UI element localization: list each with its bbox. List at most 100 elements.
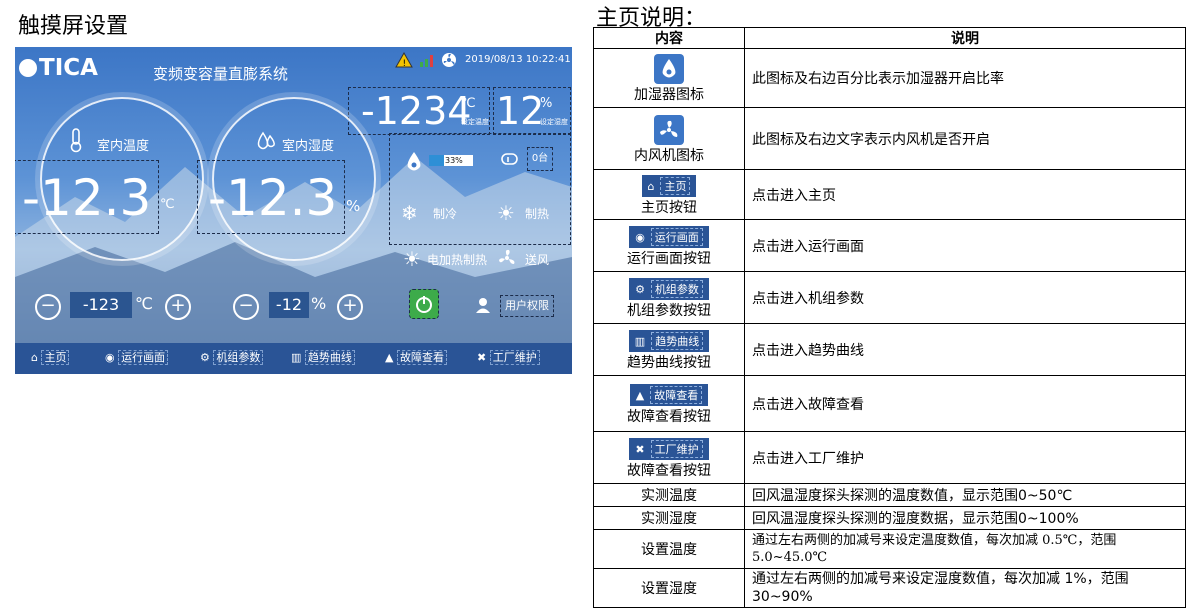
table-row: ◉ 运行画面 运行画面按钮 点击进入运行画面 <box>593 219 1186 272</box>
humidity-increase-button[interactable]: + <box>337 294 363 320</box>
nav-trend[interactable]: ▥ 趋势曲线 <box>291 348 355 368</box>
nav-factory[interactable]: ✖ 工厂维护 <box>477 348 540 368</box>
indoor-humidity-display: -12.3 <box>197 160 345 234</box>
table-cell-name: ▥ 趋势曲线 趋势曲线按钮 <box>593 323 745 376</box>
sample-label: 工厂维护 <box>650 440 703 458</box>
system-title: 变频变容量直膨系统 <box>153 65 289 83</box>
table-cell-name: 加湿器图标 <box>593 48 745 108</box>
temperature-decrease-button[interactable]: − <box>35 294 61 320</box>
homepage-description-table: 内容 说明 加湿器图标 此图标及右边百分比表示加湿器开启比率 内风机图标 此图标… <box>593 27 1186 608</box>
table-row: 设置湿度 通过左右两侧的加减号来设定湿度数值，每次加减 1%，范围30~90% <box>593 568 1186 608</box>
warning-icon[interactable]: ! <box>395 52 413 68</box>
sun-icon: ☀ <box>497 201 515 225</box>
temperature-setpoint-value[interactable]: -123 <box>70 292 132 318</box>
logo-mark-icon <box>19 59 37 77</box>
nav-home-label: 主页 <box>41 350 70 365</box>
indoor-temperature-value: -12.3 <box>22 169 152 227</box>
fan-status-text: 0台 <box>527 147 553 171</box>
power-button[interactable] <box>409 289 439 319</box>
set-humidity-display[interactable]: 12 % 设定湿度 <box>493 87 571 135</box>
table-row: ⚙ 机组参数 机组参数按钮 点击进入机组参数 <box>593 271 1186 324</box>
indoor-temperature-unit: ℃ <box>160 197 175 212</box>
sample-label: 趋势曲线 <box>651 332 704 350</box>
snowflake-icon: ❄ <box>401 201 418 225</box>
touchscreen-settings-title: 触摸屏设置 <box>18 14 129 39</box>
tools-icon: ✖ <box>635 442 645 456</box>
row-name: 设置湿度 <box>593 568 745 608</box>
sample-label: 故障查看 <box>650 386 703 404</box>
power-icon <box>416 296 432 313</box>
humidifier-icon <box>407 152 421 171</box>
row-description: 点击进入工厂维护 <box>744 431 1186 484</box>
svg-text:!: ! <box>403 59 407 68</box>
set-temperature-value: -1234 <box>361 89 472 133</box>
sample-label: 机组参数 <box>650 280 703 298</box>
humidity-setpoint-value[interactable]: -12 <box>269 292 309 318</box>
table-header-row: 内容 说明 <box>593 27 1186 49</box>
nav-unit-params[interactable]: ⚙ 机组参数 <box>200 348 264 368</box>
unit-params-icon: ⚙ <box>200 351 210 364</box>
humidifier-bar-fill <box>429 155 444 166</box>
air-supply-mode-label[interactable]: 送风 <box>525 251 549 268</box>
electric-heat-icon: ☀ <box>403 247 421 271</box>
humidifier-bar: 33% <box>429 155 473 166</box>
tools-icon: ✖ <box>477 351 487 364</box>
indoor-humidity-unit: % <box>346 197 361 215</box>
table-cell-name: ◉ 运行画面 运行画面按钮 <box>593 219 745 272</box>
table-row: 实测温度 回风温湿度探头探测的温度数值，显示范围0~50℃ <box>593 483 1186 507</box>
touchscreen-panel: TICA 变频变容量直膨系统 ! 2019/08/13 10:22:41 -12… <box>15 47 572 374</box>
table-cell-name: 内风机图标 <box>593 107 745 170</box>
temperature-setpoint-unit: ℃ <box>135 294 153 313</box>
table-row: 实测湿度 回风温湿度探头探测的湿度数据，显示范围0~100% <box>593 506 1186 530</box>
table-cell-name: ⚙ 机组参数 机组参数按钮 <box>593 271 745 324</box>
nav-run-screen-label: 运行画面 <box>118 350 169 365</box>
set-humidity-unit: % <box>540 96 553 111</box>
row-name: 故障查看按钮 <box>627 463 711 479</box>
table-cell-name: ⌂ 主页 主页按钮 <box>593 169 745 220</box>
nav-trend-label: 趋势曲线 <box>304 350 355 365</box>
nav-home[interactable]: ⌂ 主页 <box>31 348 70 368</box>
header-description: 说明 <box>744 27 1186 49</box>
signal-icon <box>420 55 433 67</box>
row-name: 内风机图标 <box>634 147 704 164</box>
user-permission-button[interactable]: 用户权限 <box>500 295 554 317</box>
row-description: 点击进入主页 <box>744 169 1186 220</box>
row-name: 设置温度 <box>593 529 745 569</box>
nav-run-screen[interactable]: ◉ 运行画面 <box>105 348 169 368</box>
fault-button-sample: ▲ 故障查看 <box>629 384 709 406</box>
sample-label: 主页 <box>660 177 691 195</box>
humidity-decrease-button[interactable]: − <box>233 294 259 320</box>
fan-mode-icon <box>499 249 515 264</box>
indoor-fan-icon <box>501 153 518 165</box>
home-button-sample: ⌂ 主页 <box>641 175 697 197</box>
humidifier-percent: 33% <box>445 156 463 165</box>
nav-factory-label: 工厂维护 <box>489 350 540 365</box>
trend-icon: ▥ <box>634 334 646 348</box>
header-content: 内容 <box>593 27 745 49</box>
humidity-setpoint-unit: % <box>311 294 327 313</box>
fan-icon <box>654 114 684 145</box>
nav-fault[interactable]: ▲ 故障查看 <box>385 348 447 368</box>
set-temperature-unit: ℃ <box>461 96 476 111</box>
row-description: 点击进入故障查看 <box>744 375 1186 432</box>
table-row: ▲ 故障查看 故障查看按钮 点击进入故障查看 <box>593 375 1186 432</box>
table-row: ▥ 趋势曲线 趋势曲线按钮 点击进入趋势曲线 <box>593 323 1186 376</box>
set-temperature-display[interactable]: -1234 ℃ 设定温度 <box>348 87 490 135</box>
table-cell-name: ✖ 工厂维护 故障查看按钮 <box>593 431 745 484</box>
row-description: 回风温湿度探头探测的温度数值，显示范围0~50℃ <box>744 483 1186 507</box>
run-screen-icon: ◉ <box>635 230 645 244</box>
sample-label: 运行画面 <box>650 228 703 246</box>
row-description: 此图标及右边文字表示内风机是否开启 <box>744 107 1186 170</box>
home-icon: ⌂ <box>31 351 38 364</box>
home-icon: ⌂ <box>647 179 655 193</box>
trend-button-sample: ▥ 趋势曲线 <box>628 330 710 352</box>
electric-heating-mode-label[interactable]: 电加热制热 <box>427 251 487 268</box>
row-name: 运行画面按钮 <box>627 251 711 267</box>
heating-mode-label[interactable]: 制热 <box>525 205 549 222</box>
temperature-increase-button[interactable]: + <box>165 294 191 320</box>
table-row: 内风机图标 此图标及右边文字表示内风机是否开启 <box>593 107 1186 170</box>
water-drop-icon <box>257 131 275 150</box>
row-name: 机组参数按钮 <box>627 303 711 319</box>
table-row: ⌂ 主页 主页按钮 点击进入主页 <box>593 169 1186 220</box>
cooling-mode-label[interactable]: 制冷 <box>433 205 457 222</box>
